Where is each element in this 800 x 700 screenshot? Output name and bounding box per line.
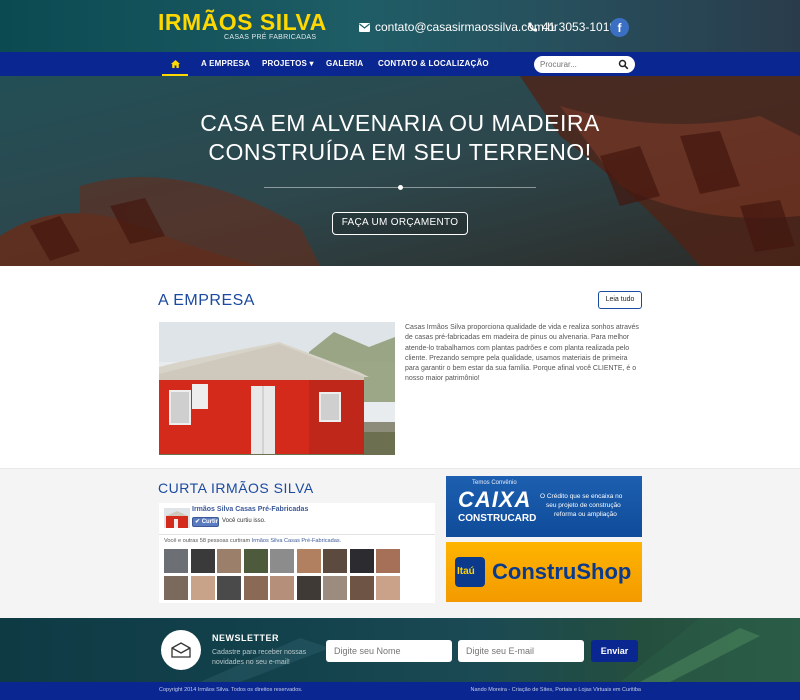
facebook-like-box: Irmãos Silva Casas Pré-Fabricadas ✔ Curt…: [159, 503, 435, 603]
fan-avatar[interactable]: [243, 576, 268, 600]
nav-home[interactable]: [162, 52, 188, 76]
fan-avatar[interactable]: [217, 549, 241, 573]
hero-title: CASA EM ALVENARIA OU MADEIRA CONSTRUÍDA …: [0, 109, 800, 167]
fan-avatar[interactable]: [164, 576, 188, 600]
caixa-tagline-2: seu projeto de construção: [546, 502, 621, 509]
facebook-like-button[interactable]: ✔ Curtir: [192, 517, 219, 527]
logo-title: IRMÃOS SILVA: [158, 9, 327, 35]
fan-avatar[interactable]: [270, 549, 294, 573]
hero-title-line1: CASA EM ALVENARIA OU MADEIRA: [200, 110, 600, 136]
fan-avatar[interactable]: [243, 549, 268, 573]
search-box: [534, 56, 635, 73]
itau-construshop-banner[interactable]: Itaú ConstruShop: [446, 542, 642, 602]
logo-subtitle: CASAS PRÉ FABRICADAS: [224, 34, 317, 41]
fan-avatar[interactable]: [190, 576, 215, 600]
slider-indicator-dot[interactable]: [398, 185, 403, 190]
footer: Copyright 2014 Irmãos Silva. Todos os di…: [0, 682, 800, 700]
fan-avatar[interactable]: [376, 576, 400, 600]
itau-logo-text: Itaú: [457, 566, 475, 577]
newsletter-subtitle: Cadastre para receber nossas novidades n…: [212, 649, 307, 666]
envelope-icon: [359, 22, 370, 32]
newsletter-email-input[interactable]: [458, 640, 584, 662]
fan-avatar[interactable]: [164, 549, 188, 573]
facebook-page-name[interactable]: Irmãos Silva Casas Pré-Fabricadas: [192, 506, 308, 513]
facebook-divider: [159, 534, 435, 535]
facebook-like-label: Curtir: [201, 519, 219, 525]
facebook-icon: f: [617, 20, 622, 35]
leia-tudo-button[interactable]: Leia tudo: [598, 291, 642, 309]
orcamento-button[interactable]: FAÇA UM ORÇAMENTO: [332, 212, 468, 235]
top-header: IRMÃOS SILVA CASAS PRÉ FABRICADAS contat…: [0, 0, 800, 52]
search-input[interactable]: [540, 58, 616, 71]
fan-avatar[interactable]: [190, 549, 215, 573]
caixa-convenio-label: Temos Convênio: [472, 480, 517, 486]
hero-title-line2: CONSTRUÍDA EM SEU TERRENO!: [208, 139, 592, 165]
curta-section-title: CURTA IRMÃOS SILVA: [158, 480, 314, 496]
fan-avatar[interactable]: [349, 549, 374, 573]
fan-avatar[interactable]: [296, 576, 321, 600]
house-photo: [159, 322, 395, 455]
facebook-people-count: Você e outras 58 pessoas curtiram Irmãos…: [164, 538, 341, 544]
facebook-like-status: Você curtiu isso.: [222, 518, 266, 524]
hero-banner: CASA EM ALVENARIA OU MADEIRA CONSTRUÍDA …: [0, 76, 800, 266]
caixa-tagline-3: reforma ou ampliação: [554, 511, 617, 518]
newsletter-icon-circle: [161, 630, 201, 670]
main-navbar: A EMPRESA PROJETOS ▾ GALERIA CONTATO & L…: [0, 52, 800, 76]
nav-a-empresa[interactable]: A EMPRESA: [201, 52, 250, 76]
newsletter-submit-button[interactable]: Enviar: [591, 640, 638, 662]
newsletter-name-input[interactable]: [326, 640, 452, 662]
facebook-page-thumbnail[interactable]: [164, 508, 190, 528]
newsletter-title: NEWSLETTER: [212, 633, 279, 643]
facebook-page-link[interactable]: Irmãos Silva Casas Pré-Fabricadas.: [252, 538, 342, 544]
caixa-tagline-1: O Crédito que se encaixa no: [540, 493, 623, 500]
envelope-icon: [171, 642, 191, 658]
contact-phone-text: 41 3053-1019: [542, 20, 617, 34]
nav-projetos-dropdown[interactable]: PROJETOS ▾: [262, 52, 314, 76]
facebook-people-prefix: Você e outras 58 pessoas curtiram: [164, 538, 252, 544]
search-icon[interactable]: [618, 59, 629, 70]
footer-copyright: Copyright 2014 Irmãos Silva. Todos os di…: [159, 687, 303, 693]
facebook-fans-grid: [164, 549, 404, 601]
home-icon: [170, 60, 180, 68]
construshop-label: ConstruShop: [492, 559, 632, 584]
fan-avatar[interactable]: [376, 549, 400, 573]
facebook-button[interactable]: f: [610, 18, 629, 37]
nav-galeria[interactable]: GALERIA: [326, 52, 363, 76]
fan-avatar[interactable]: [296, 549, 321, 573]
caixa-construcard-banner[interactable]: Temos Convênio CAIXA CONSTRUCARD O Crédi…: [446, 476, 642, 537]
fan-avatar[interactable]: [323, 576, 347, 600]
fan-avatar[interactable]: [349, 576, 374, 600]
itau-logo: Itaú: [455, 557, 485, 587]
caixa-construcard-label: CONSTRUCARD: [458, 513, 537, 524]
fan-avatar[interactable]: [217, 576, 241, 600]
fan-avatar[interactable]: [270, 576, 294, 600]
site-logo[interactable]: IRMÃOS SILVA CASAS PRÉ FABRICADAS: [158, 9, 327, 41]
empresa-section-title: A EMPRESA: [158, 292, 255, 309]
caixa-logo: CAIXA: [458, 487, 532, 512]
footer-credits[interactable]: Nando Moreira - Criação de Sites, Portai…: [471, 687, 641, 693]
fan-avatar[interactable]: [323, 549, 347, 573]
phone-icon: [528, 22, 537, 32]
newsletter-section: NEWSLETTER Cadastre para receber nossas …: [0, 618, 800, 682]
hero-background-image: [0, 76, 800, 266]
contact-phone[interactable]: 41 3053-1019: [528, 20, 616, 34]
empresa-description: Casas Irmãos Silva proporciona qualidade…: [405, 324, 639, 383]
nav-contato-localizacao[interactable]: CONTATO & LOCALIZAÇÃO: [378, 52, 489, 76]
